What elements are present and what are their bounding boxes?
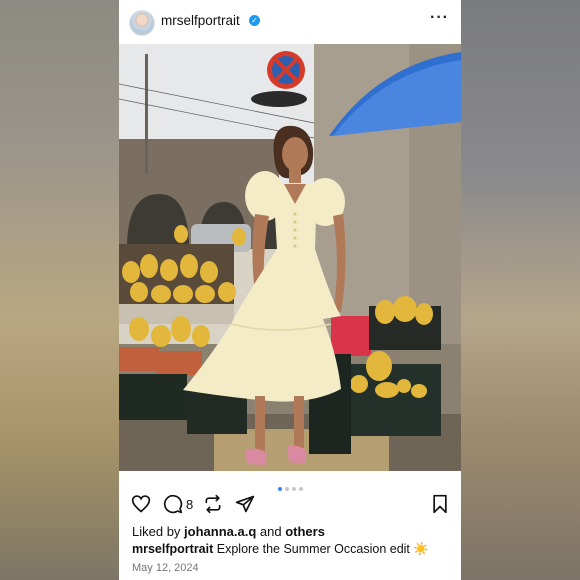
repost-icon[interactable] [203, 494, 223, 519]
likes-prefix: Liked by [132, 524, 185, 539]
background-right-blur [461, 0, 580, 580]
post-card: mrselfportrait ✓ ··· 8 Liked by johanna.… [119, 0, 461, 580]
comment-icon[interactable] [163, 494, 183, 519]
share-icon[interactable] [235, 494, 255, 519]
likes-line: Liked by johanna.a.q and others [132, 524, 325, 539]
comment-count: 8 [186, 497, 194, 512]
carousel-dot [298, 487, 303, 491]
caption-username[interactable]: mrselfportrait [132, 542, 213, 556]
carousel-dot [284, 487, 289, 491]
post-photo[interactable] [119, 44, 461, 471]
post-actions: 8 [129, 494, 451, 516]
caption: mrselfportrait Explore the Summer Occasi… [132, 542, 429, 557]
carousel-dot [291, 487, 296, 491]
liked-by-user[interactable]: johanna.a.q [184, 524, 256, 539]
post-header: mrselfportrait ✓ ··· [119, 0, 461, 44]
carousel-indicator [119, 478, 461, 491]
bookmark-icon[interactable] [431, 494, 449, 519]
verified-badge-icon: ✓ [249, 15, 260, 26]
avatar[interactable] [129, 10, 155, 36]
background-left-blur [0, 0, 119, 580]
more-dots-icon[interactable]: ··· [430, 9, 449, 27]
carousel-dot-active [277, 487, 282, 491]
post-username[interactable]: mrselfportrait [161, 13, 240, 28]
likes-others[interactable]: others [285, 524, 325, 539]
post-date: May 12, 2024 [132, 562, 199, 574]
caption-text: Explore the Summer Occasion edit ☀️ [213, 542, 429, 556]
likes-middle: and [256, 524, 286, 539]
heart-icon[interactable] [131, 494, 151, 519]
